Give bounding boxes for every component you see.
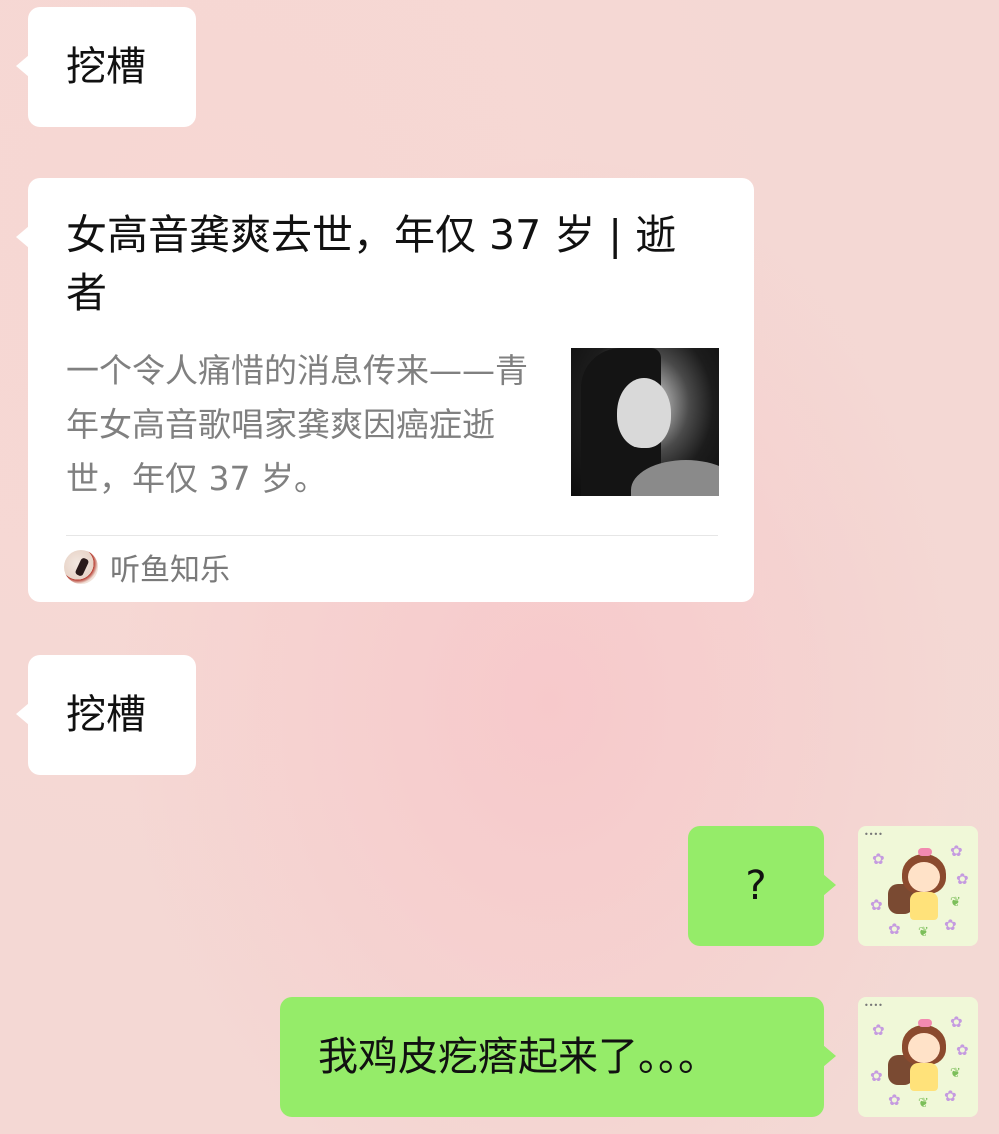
card-divider xyxy=(66,535,718,536)
user-avatar[interactable]: •••• ✿ ✿ ✿ ✿ ✿ ✿ ❦ ❦ xyxy=(858,997,978,1117)
article-title: 女高音龚爽去世，年仅 37 岁 | 逝者 xyxy=(66,211,677,317)
article-thumbnail xyxy=(571,348,719,496)
message-text: 我鸡皮疙瘩起来了。。。 xyxy=(318,1034,718,1080)
article-description: 一个令人痛惜的消息传来——青年女高音歌唱家龚爽因癌症逝世，年仅 37 岁。 xyxy=(66,351,528,498)
incoming-message-bubble[interactable]: 挖槽 xyxy=(16,655,196,775)
source-logo-icon xyxy=(64,550,98,584)
message-text: 挖槽 xyxy=(66,44,146,90)
message-text: ? xyxy=(745,863,767,909)
article-link-card[interactable]: 女高音龚爽去世，年仅 37 岁 | 逝者 一个令人痛惜的消息传来——青年女高音歌… xyxy=(16,178,754,602)
article-source: 听鱼知乐 xyxy=(64,545,230,589)
user-avatar[interactable]: •••• ✿ ✿ ✿ ✿ ✿ ✿ ❦ ❦ xyxy=(858,826,978,946)
source-name: 听鱼知乐 xyxy=(110,553,230,588)
outgoing-message-bubble[interactable]: ? xyxy=(688,826,836,946)
incoming-message-bubble[interactable]: 挖槽 xyxy=(16,7,196,127)
outgoing-message-bubble[interactable]: 我鸡皮疙瘩起来了。。。 xyxy=(280,997,836,1117)
message-text: 挖槽 xyxy=(66,692,146,738)
